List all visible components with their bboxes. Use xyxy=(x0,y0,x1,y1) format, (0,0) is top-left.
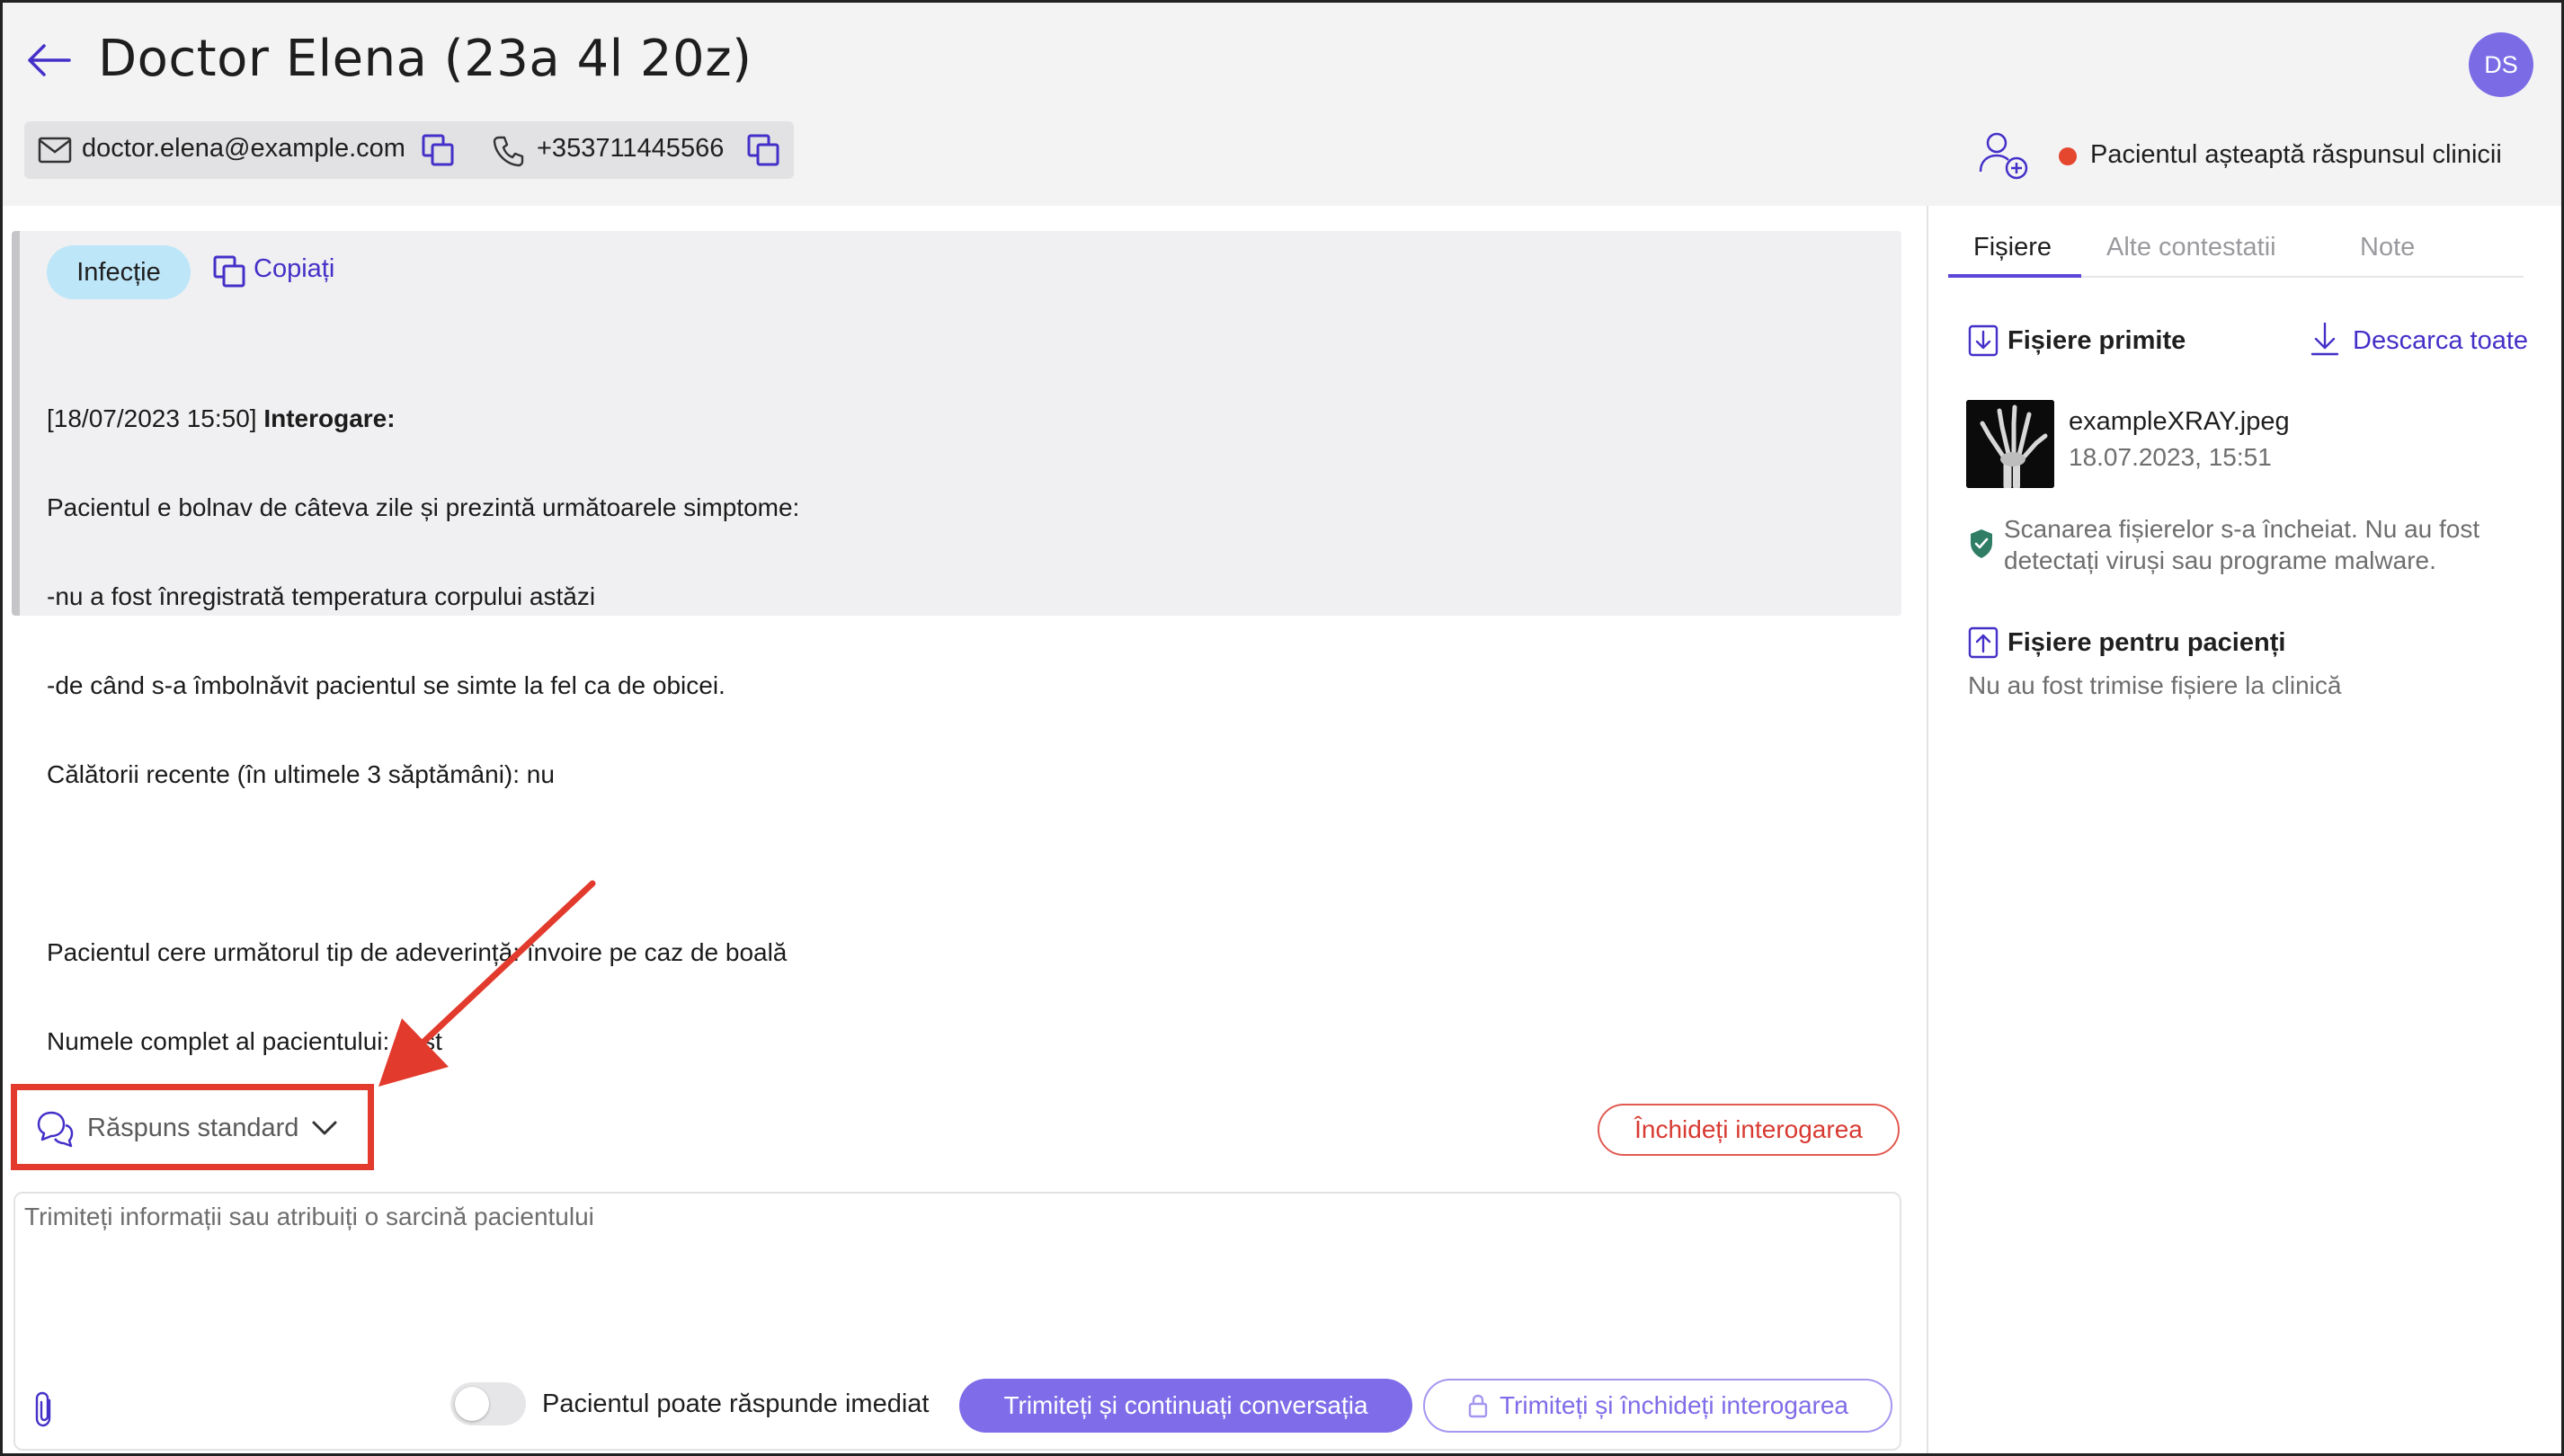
file-name[interactable]: exampleXRAY.jpeg xyxy=(2069,407,2290,437)
download-all-link[interactable]: Descarca toate xyxy=(2353,326,2528,356)
file-thumbnail[interactable] xyxy=(1966,400,2054,488)
active-tab-indicator xyxy=(1948,274,2081,278)
scan-status-text: Scanarea fișierelor s-a încheiat. Nu au … xyxy=(2004,515,2480,574)
message-line: Pacientul e bolnav de câteva zile și pre… xyxy=(47,493,800,521)
copy-message-link[interactable]: Copiați xyxy=(254,254,334,284)
page-title: Doctor Elena (23a 4l 20z) xyxy=(98,30,752,88)
received-files-title: Fișiere primite xyxy=(2008,326,2186,355)
message-timestamp: [18/07/2023 15:50] xyxy=(47,404,257,432)
message-line: Pacientul cere următorul tip de adeverin… xyxy=(47,938,788,966)
category-tag: Infecție xyxy=(47,245,191,299)
phone-icon xyxy=(493,136,524,167)
sidebar-tabs: Fișiere Alte contestatii Note xyxy=(1948,224,2524,278)
assign-user-icon[interactable] xyxy=(1977,130,2031,181)
message-heading: Interogare: xyxy=(263,404,396,432)
download-icon[interactable] xyxy=(2310,321,2340,357)
patient-phone: +353711445566 xyxy=(537,134,725,163)
message-line: Numele complet al pacientului: Test xyxy=(47,1027,442,1055)
reply-input[interactable] xyxy=(24,1203,1885,1355)
patient-files-title: Fișiere pentru pacienți xyxy=(2008,628,2286,657)
status-text: Pacientul așteaptă răspunsul clinicii xyxy=(2090,140,2502,169)
patient-email: doctor.elena@example.com xyxy=(82,134,405,163)
toggle-knob xyxy=(455,1387,489,1421)
copy-email-icon[interactable] xyxy=(420,132,456,168)
patient-header: Doctor Elena (23a 4l 20z) DS doctor.elen… xyxy=(3,3,2561,206)
lock-icon xyxy=(1468,1394,1488,1418)
upload-box-icon xyxy=(1968,626,1999,659)
copy-phone-icon[interactable] xyxy=(745,132,781,168)
send-close-label: Trimiteți și închideți interogarea xyxy=(1499,1391,1848,1419)
user-avatar[interactable]: DS xyxy=(2469,32,2533,97)
hand-xray-icon xyxy=(1966,400,2054,488)
standard-response-dropdown[interactable]: Răspuns standard xyxy=(22,1098,362,1158)
send-continue-button[interactable]: Trimiteți și continuați conversația xyxy=(959,1379,1412,1433)
standard-response-label: Răspuns standard xyxy=(87,1113,299,1142)
message-header-line: [18/07/2023 15:50] Interogare: xyxy=(47,404,799,433)
chat-bubbles-icon xyxy=(37,1111,74,1148)
immediate-reply-toggle[interactable] xyxy=(450,1382,526,1425)
shield-check-icon xyxy=(1971,529,1992,558)
message-line: -nu a fost înregistrată temperatura corp… xyxy=(47,582,596,610)
conversation-panel: Infecție Copiați [18/07/2023 15:50] Inte… xyxy=(3,206,1927,1453)
download-box-icon xyxy=(1968,324,1999,357)
immediate-reply-label: Pacientul poate răspunde imediat xyxy=(542,1389,930,1418)
back-arrow-icon[interactable] xyxy=(24,42,73,78)
file-date: 18.07.2023, 15:51 xyxy=(2069,443,2272,471)
app-window: Doctor Elena (23a 4l 20z) DS doctor.elen… xyxy=(0,0,2564,1456)
paperclip-icon[interactable] xyxy=(28,1389,60,1429)
close-inquiry-button[interactable]: Închideți interogarea xyxy=(1598,1104,1900,1156)
message-card: Infecție Copiați [18/07/2023 15:50] Inte… xyxy=(12,231,1901,1144)
contact-info: doctor.elena@example.com +353711445566 xyxy=(24,121,794,179)
message-spacer xyxy=(47,848,799,878)
tab-notes[interactable]: Note xyxy=(2360,233,2415,262)
send-close-button[interactable]: Trimiteți și închideți interogarea xyxy=(1423,1379,1892,1433)
reply-composer: Pacientul poate răspunde imediat Trimite… xyxy=(13,1192,1901,1451)
message-body: [18/07/2023 15:50] Interogare: Pacientul… xyxy=(47,344,799,1204)
message-line: Călătorii recente (în ultimele 3 săptămâ… xyxy=(47,760,555,788)
tab-files[interactable]: Fișiere xyxy=(1973,233,2052,262)
patient-files-empty: Nu au fost trimise fișiere la clinică xyxy=(1968,671,2342,699)
files-sidebar: Fișiere Alte contestatii Note Fișiere pr… xyxy=(1928,206,2561,1453)
tab-other-appeals[interactable]: Alte contestatii xyxy=(2106,233,2276,262)
chevron-down-icon xyxy=(312,1121,337,1135)
mail-icon xyxy=(38,137,72,164)
message-line: -de când s-a îmbolnăvit pacientul se sim… xyxy=(47,671,726,699)
status-indicator-dot xyxy=(2059,147,2077,165)
copy-icon[interactable] xyxy=(212,254,246,289)
